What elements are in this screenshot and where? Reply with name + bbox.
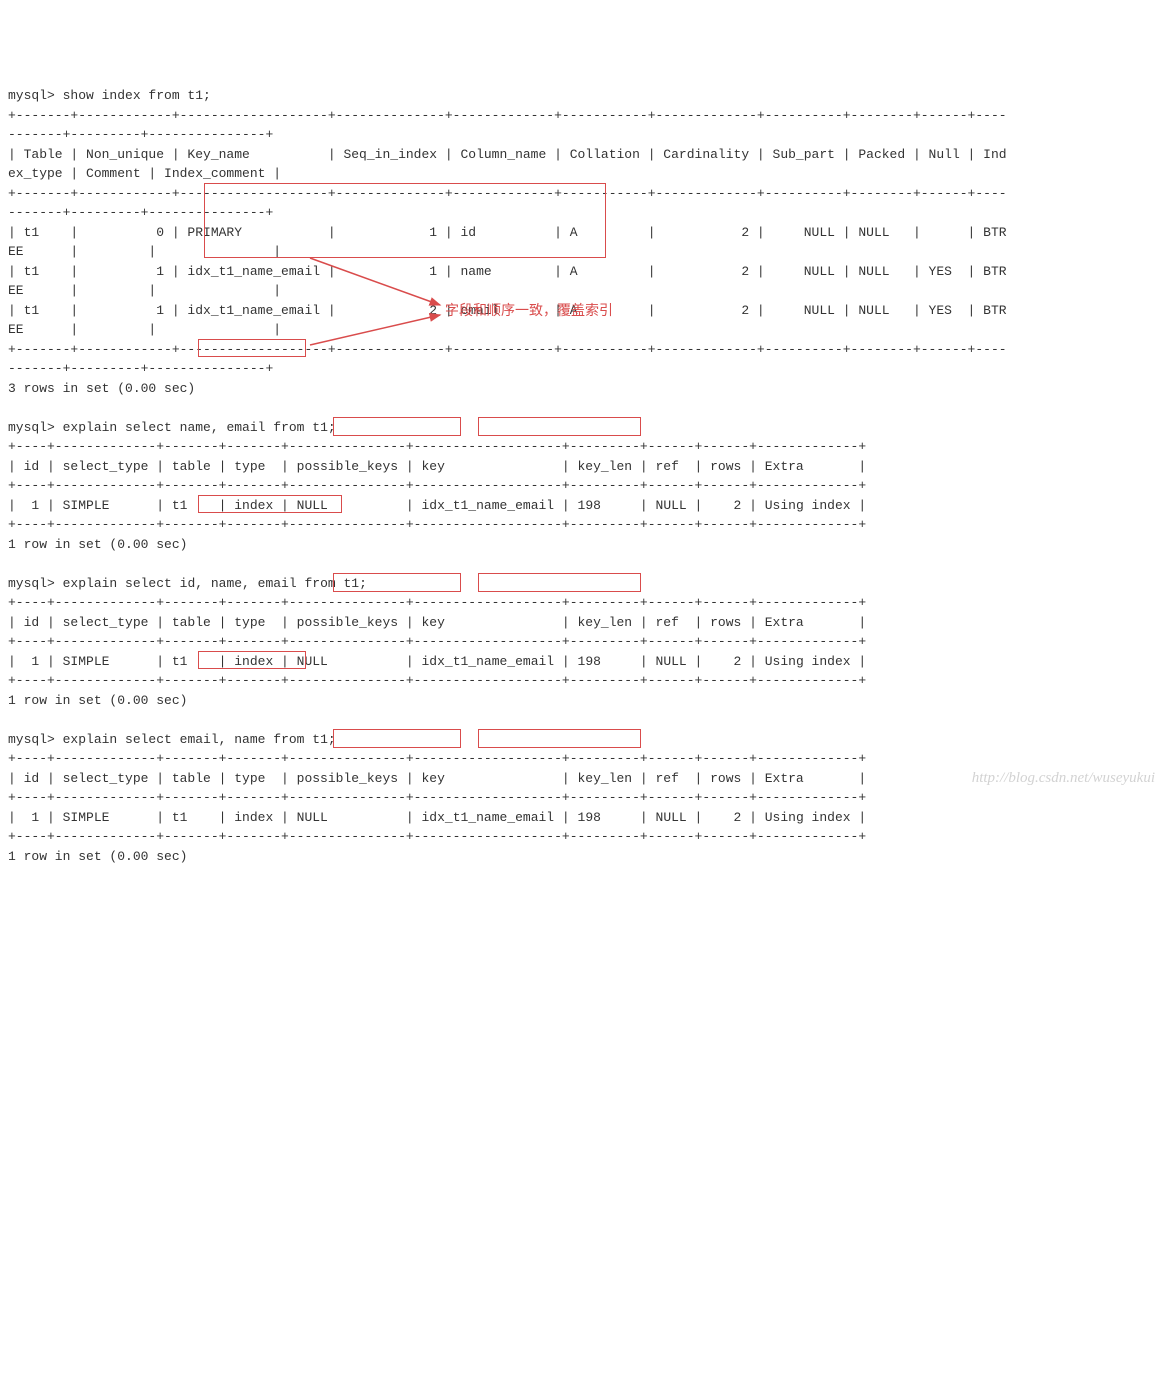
explain-header: | id | select_type | table | type | poss… <box>8 615 866 630</box>
border-line: +-------+------------+------------------… <box>8 342 1007 357</box>
index-header: | Table | Non_unique | Key_name | Seq_in… <box>8 147 1007 162</box>
cell-key: idx_t1_name_email <box>421 810 554 825</box>
border-line: +----+-------------+-------+-------+----… <box>8 751 866 766</box>
index-row: EE | | | <box>8 322 281 337</box>
highlight-columns: name, email <box>180 420 266 435</box>
border-line: -------+---------+---------------+ <box>8 361 273 376</box>
result-footer: 1 row in set (0.00 sec) <box>8 693 187 708</box>
index-row: | t1 | 1 | idx_t1_name_email | 2 | email… <box>8 303 1007 318</box>
explain-row: | 1 | SIMPLE | t1 | index | NULL | idx_t… <box>8 498 866 513</box>
command-explain-3: mysql> explain select email, name from t… <box>8 732 336 747</box>
border-line: +----+-------------+-------+-------+----… <box>8 595 866 610</box>
cell-possible-keys: NULL <box>297 654 398 669</box>
highlight-columns: id, name, email <box>180 576 297 591</box>
result-footer: 3 rows in set (0.00 sec) <box>8 381 195 396</box>
border-line: +----+-------------+-------+-------+----… <box>8 790 866 805</box>
border-line: +-------+------------+------------------… <box>8 186 1007 201</box>
result-footer: 1 row in set (0.00 sec) <box>8 849 187 864</box>
highlight-columns: email, name <box>180 732 266 747</box>
border-line: +----+-------------+-------+-------+----… <box>8 439 866 454</box>
index-header: ex_type | Comment | Index_comment | <box>8 166 281 181</box>
index-row: EE | | | <box>8 283 281 298</box>
border-line: +----+-------------+-------+-------+----… <box>8 673 866 688</box>
index-row: EE | | | <box>8 244 281 259</box>
cell-possible-keys: NULL <box>297 498 398 513</box>
border-line: -------+---------+---------------+ <box>8 127 273 142</box>
explain-header: | id | select_type | table | type | poss… <box>8 771 866 786</box>
border-line: +----+-------------+-------+-------+----… <box>8 517 866 532</box>
border-line: +-------+------------+------------------… <box>8 108 1007 123</box>
command-show-index: show index from t1; <box>63 88 211 103</box>
border-line: +----+-------------+-------+-------+----… <box>8 634 866 649</box>
explain-row: | 1 | SIMPLE | t1 | index | NULL | idx_t… <box>8 810 866 825</box>
result-footer: 1 row in set (0.00 sec) <box>8 537 187 552</box>
cell-key: idx_t1_name_email <box>421 498 554 513</box>
explain-row: | 1 | SIMPLE | t1 | index | NULL | idx_t… <box>8 654 866 669</box>
border-line: -------+---------+---------------+ <box>8 205 273 220</box>
prompt: mysql> <box>8 88 63 103</box>
index-row: | t1 | 0 | PRIMARY | 1 | id | A | 2 | NU… <box>8 225 1007 240</box>
cell-possible-keys: NULL <box>297 810 398 825</box>
command-explain-1: mysql> explain select name, email from t… <box>8 420 336 435</box>
cell-key: idx_t1_name_email <box>421 654 554 669</box>
index-row: | t1 | 1 | idx_t1_name_email | 1 | name … <box>8 264 1007 279</box>
border-line: +----+-------------+-------+-------+----… <box>8 829 866 844</box>
command-explain-2: mysql> explain select id, name, email fr… <box>8 576 367 591</box>
terminal-output: mysql> show index from t1; +-------+----… <box>8 86 1157 866</box>
explain-header: | id | select_type | table | type | poss… <box>8 459 866 474</box>
border-line: +----+-------------+-------+-------+----… <box>8 478 866 493</box>
